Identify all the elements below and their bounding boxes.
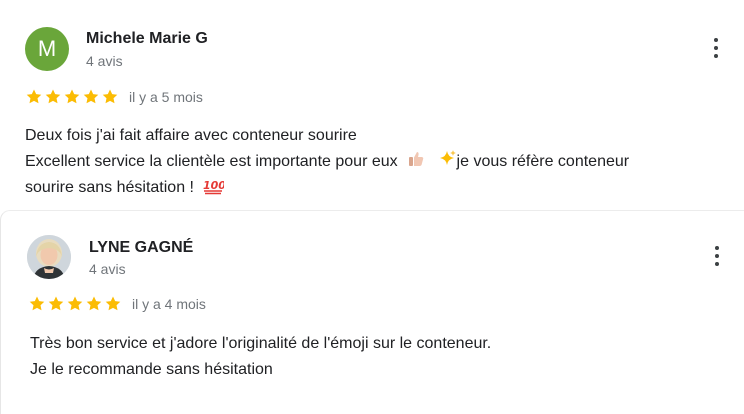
review-count: 4 avis bbox=[86, 53, 123, 69]
review-date: il y a 4 mois bbox=[132, 296, 206, 312]
profile-photo-icon bbox=[27, 235, 71, 279]
more-options-button[interactable] bbox=[706, 36, 726, 64]
star-icon bbox=[48, 296, 64, 311]
star-icon bbox=[86, 296, 102, 311]
avatar[interactable]: M bbox=[25, 27, 69, 71]
more-icon bbox=[715, 254, 719, 258]
review-text-line: Je le recommande sans hésitation bbox=[30, 361, 273, 378]
star-icon bbox=[64, 89, 80, 104]
review-card: M Michele Marie G 4 avis il y a 5 mois D… bbox=[0, 0, 744, 210]
more-icon bbox=[715, 246, 719, 250]
more-icon bbox=[714, 38, 718, 42]
more-icon bbox=[715, 262, 719, 266]
review-text-line: Très bon service et j'adore l'originalit… bbox=[30, 335, 492, 352]
review-text-segment: Excellent service la clientèle est impor… bbox=[25, 153, 398, 170]
star-icon bbox=[45, 89, 61, 104]
rating-stars bbox=[28, 295, 122, 313]
more-icon bbox=[714, 46, 718, 50]
svg-text:100: 100 bbox=[203, 179, 224, 192]
star-icon bbox=[83, 89, 99, 104]
review-text: Deux fois j'ai fait affaire avec contene… bbox=[25, 123, 629, 201]
review-text-segment: je vous réfère conteneur bbox=[456, 153, 630, 170]
more-icon bbox=[714, 54, 718, 58]
review-text: Très bon service et j'adore l'originalit… bbox=[30, 331, 491, 383]
reviewer-name[interactable]: LYNE GAGNÉ bbox=[89, 239, 193, 257]
avatar[interactable] bbox=[27, 235, 71, 279]
review-count: 4 avis bbox=[89, 261, 126, 277]
star-icon bbox=[26, 89, 42, 104]
thumbs-up-icon bbox=[409, 152, 424, 166]
review-text-line: sourire sans hésitation ! 100 bbox=[25, 175, 629, 201]
star-icon bbox=[67, 296, 83, 311]
hundred-points-icon: 100 bbox=[203, 179, 224, 195]
sparkles-icon bbox=[439, 150, 456, 165]
more-options-button[interactable] bbox=[707, 244, 727, 272]
star-icon bbox=[29, 296, 45, 311]
review-card: LYNE GAGNÉ 4 avis il y a 4 mois Très bon… bbox=[0, 210, 744, 414]
star-icon bbox=[102, 89, 118, 104]
review-text-segment: sourire sans hésitation ! bbox=[25, 179, 194, 196]
rating-stars bbox=[25, 88, 119, 106]
star-icon bbox=[105, 296, 121, 311]
reviewer-name[interactable]: Michele Marie G bbox=[86, 30, 208, 48]
review-date: il y a 5 mois bbox=[129, 89, 203, 105]
review-text-line: Excellent service la clientèle est impor… bbox=[25, 149, 629, 175]
review-text-line: Deux fois j'ai fait affaire avec contene… bbox=[25, 127, 357, 144]
